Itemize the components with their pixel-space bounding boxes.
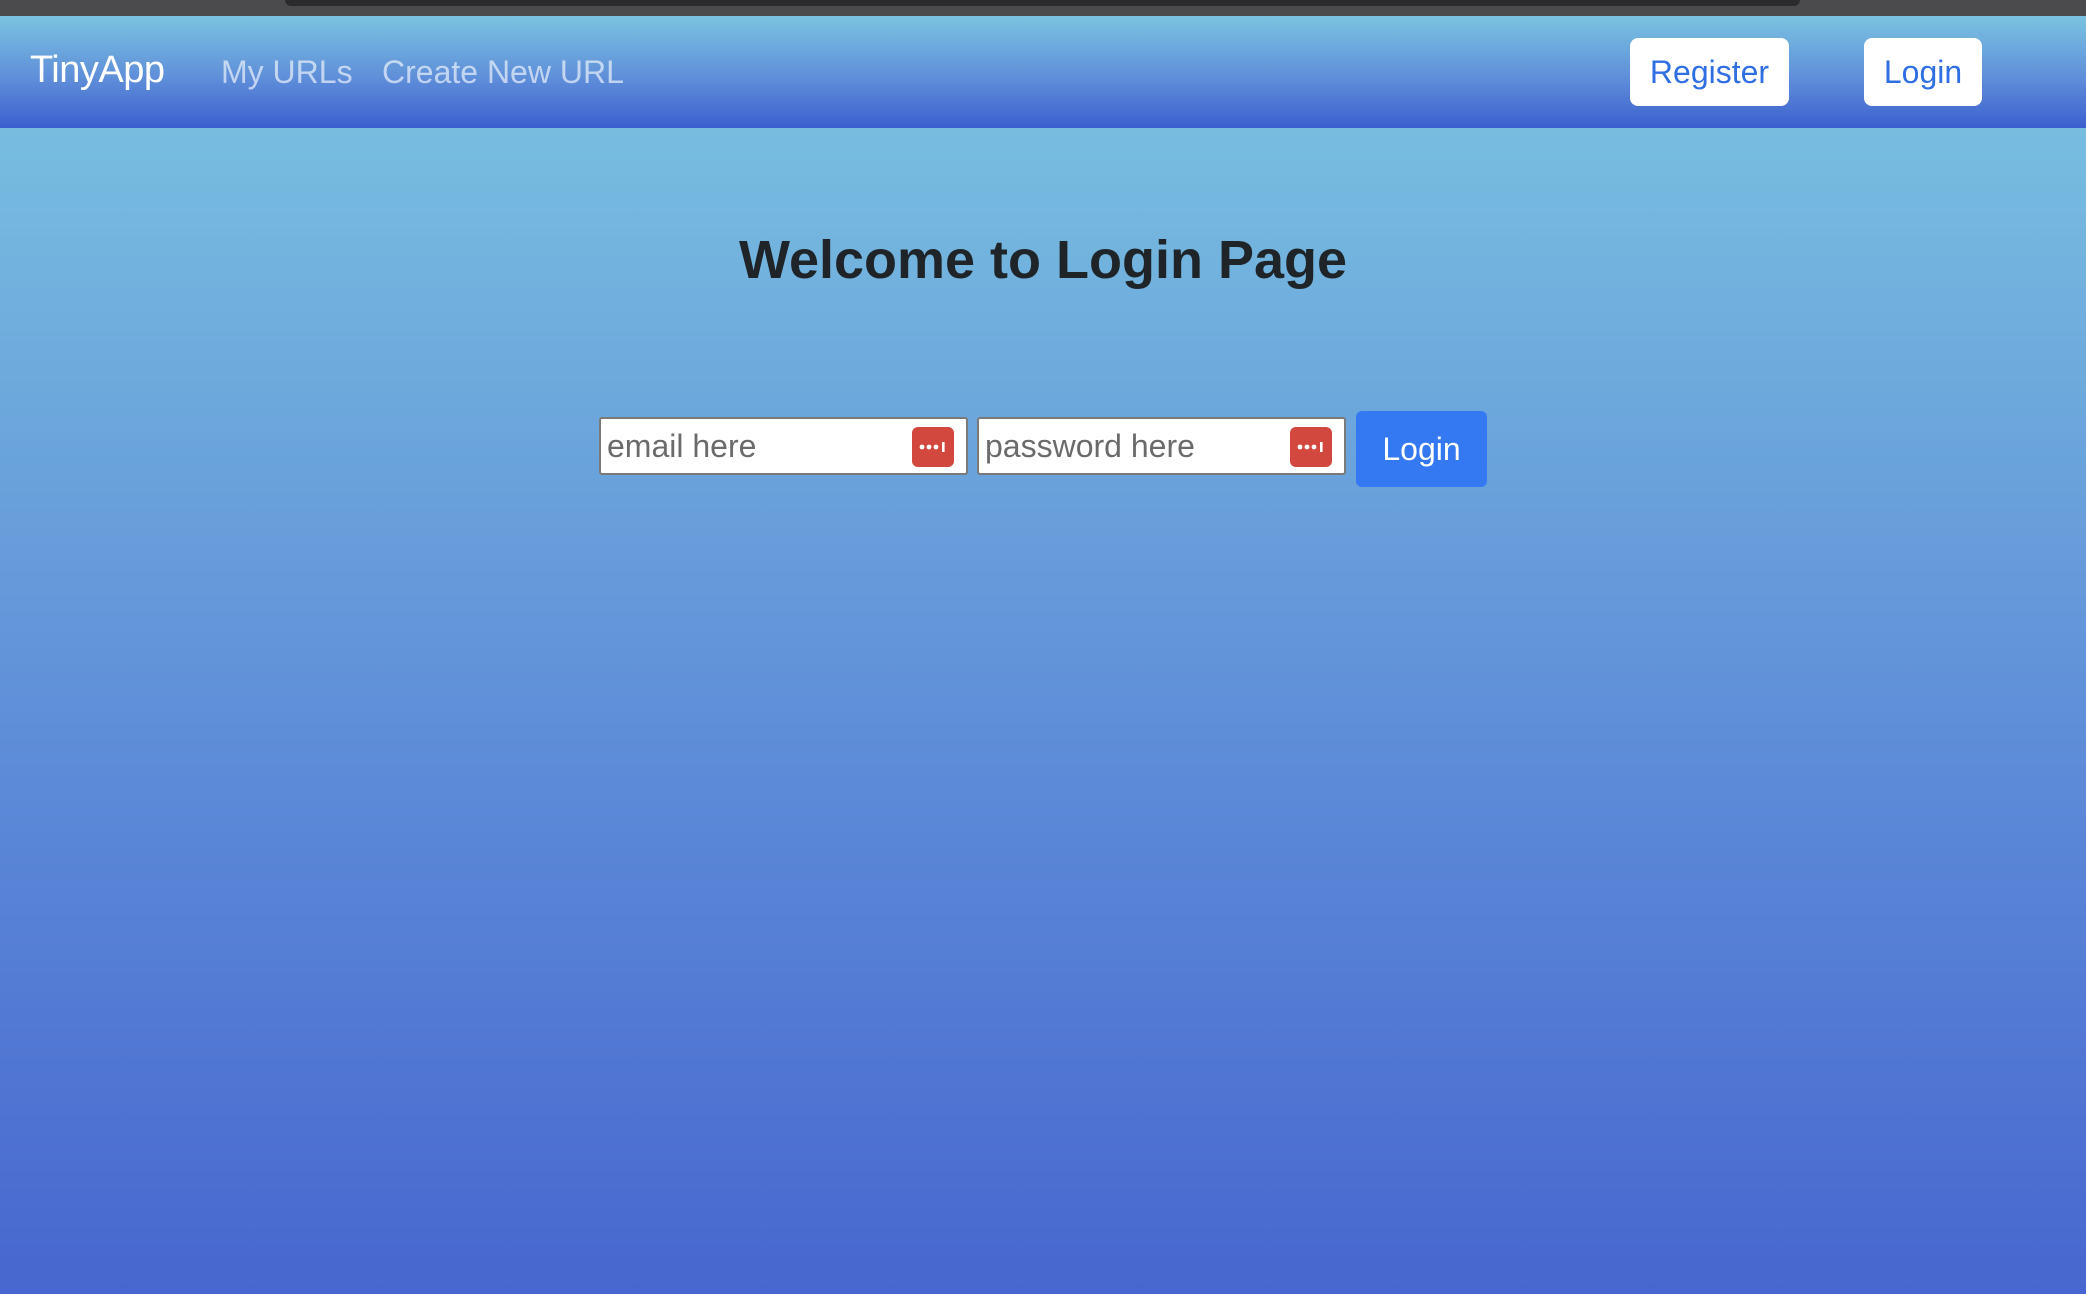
nav-login-button[interactable]: Login [1864, 38, 1982, 106]
password-manager-icon[interactable] [1290, 427, 1332, 467]
register-button[interactable]: Register [1630, 38, 1789, 106]
browser-top-chrome [0, 0, 2086, 16]
page-title: Welcome to Login Page [738, 230, 1348, 290]
nav-link-create-new-url[interactable]: Create New URL [382, 54, 624, 90]
password-field[interactable] [979, 419, 1279, 473]
nav-link-my-urls[interactable]: My URLs [221, 54, 353, 90]
password-manager-icon[interactable] [912, 427, 954, 467]
browser-address-strip [285, 0, 1800, 6]
email-field-wrapper [599, 417, 968, 475]
navbar: TinyApp My URLs Create New URL Register … [0, 16, 2086, 128]
password-field-wrapper [977, 417, 1346, 475]
page-viewport: TinyApp My URLs Create New URL Register … [0, 16, 2086, 1294]
login-submit-button[interactable]: Login [1356, 411, 1487, 487]
brand-link[interactable]: TinyApp [30, 50, 165, 90]
email-field[interactable] [601, 419, 901, 473]
browser-frame: TinyApp My URLs Create New URL Register … [0, 0, 2086, 1294]
